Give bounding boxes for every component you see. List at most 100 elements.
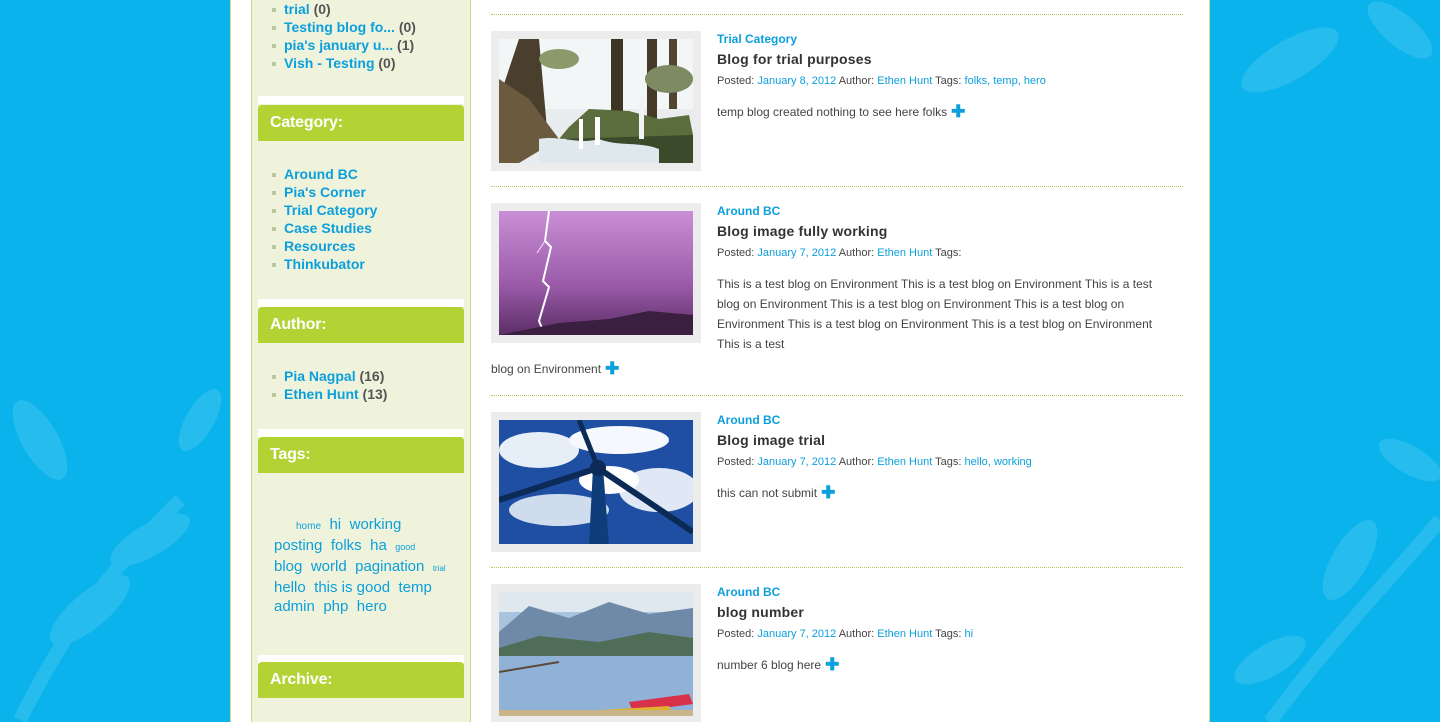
post-meta: Posted: January 7, 2012 Author: Ethen Hu… xyxy=(717,246,1167,260)
post-divider xyxy=(491,567,1183,568)
post-category-link[interactable]: Around BC xyxy=(717,584,1167,600)
post-date-link[interactable]: January 7, 2012 xyxy=(757,628,836,640)
post-tags-links[interactable]: folks, temp, hero xyxy=(965,75,1046,87)
sidebar-link[interactable]: Case Studies xyxy=(284,220,372,236)
post-info: Around BC Blog image trial Posted: Janua… xyxy=(717,412,1167,503)
sidebar-link[interactable]: Resources xyxy=(284,238,356,254)
post-title[interactable]: blog number xyxy=(717,603,1167,621)
sidebar-count: (0) xyxy=(398,19,416,35)
sidebar-link[interactable]: Trial Category xyxy=(284,202,377,218)
post-author-link[interactable]: Ethen Hunt xyxy=(877,628,932,640)
tag-link[interactable]: hello xyxy=(274,579,306,596)
post-date-link[interactable]: January 7, 2012 xyxy=(757,456,836,468)
tags-label: Tags: xyxy=(935,247,962,259)
post-tags-links[interactable]: hi xyxy=(965,628,974,640)
sidebar-list-item: Thinkubator xyxy=(272,255,464,273)
post-excerpt: temp blog created nothing to see here fo… xyxy=(717,102,1167,122)
sidebar-link[interactable]: Ethen Hunt xyxy=(284,386,359,402)
widget-gap xyxy=(258,429,464,437)
posted-label: Posted: xyxy=(717,75,755,87)
post-divider xyxy=(491,395,1183,396)
post-thumbnail[interactable] xyxy=(491,31,701,171)
plus-icon[interactable]: ✚ xyxy=(821,483,835,502)
post-divider xyxy=(491,14,1183,15)
post-excerpt-text: This is a test blog on Environment This … xyxy=(717,277,1153,351)
forest-waterfall-image xyxy=(499,39,693,163)
sidebar-link[interactable]: Pia's Corner xyxy=(284,184,366,200)
author-list: Pia Nagpal (16) Ethen Hunt (13) xyxy=(258,367,464,403)
tag-link[interactable]: folks xyxy=(331,537,362,554)
sidebar-list-item: Around BC xyxy=(272,165,464,183)
post-excerpt: this can not submit ✚ xyxy=(717,483,1167,503)
post-excerpt-text: temp blog created nothing to see here fo… xyxy=(717,105,948,119)
tag-link[interactable]: pagination xyxy=(355,558,424,575)
category-widget: Category: Around BC Pia's Corner Trial Cat… xyxy=(258,105,464,303)
posted-label: Posted: xyxy=(717,247,755,259)
author-label: Author: xyxy=(838,247,875,259)
tag-link[interactable]: this is good xyxy=(314,579,390,596)
sidebar-list-item: Vish - Testing (0) xyxy=(272,54,464,72)
tag-link[interactable]: good xyxy=(395,542,415,552)
post-date-link[interactable]: January 8, 2012 xyxy=(757,75,836,87)
post-info: Around BC blog number Posted: January 7,… xyxy=(717,584,1167,675)
tag-link[interactable]: hero xyxy=(357,598,387,615)
author-label: Author: xyxy=(838,628,875,640)
post-meta: Posted: January 7, 2012 Author: Ethen Hu… xyxy=(717,627,1167,641)
sidebar-link[interactable]: trial xyxy=(284,1,310,17)
tag-link[interactable]: home xyxy=(296,521,321,532)
sidebar-count: (1) xyxy=(397,37,415,53)
tag-link[interactable]: php xyxy=(323,598,348,615)
post-thumbnail[interactable] xyxy=(491,412,701,552)
sidebar-count: (0) xyxy=(313,1,331,17)
author-label: Author: xyxy=(838,75,875,87)
post-category-link[interactable]: Around BC xyxy=(717,412,1167,428)
sidebar-list-item: Case Studies xyxy=(272,219,464,237)
tag-cloud: home hi working posting folks ha good bl… xyxy=(258,515,464,616)
plus-icon[interactable]: ✚ xyxy=(951,102,965,121)
sidebar-link[interactable]: pia's january u... xyxy=(284,37,393,53)
sidebar: trial (0) Testing blog fo... (0) pia's jan… xyxy=(251,0,471,722)
tag-link[interactable]: ha xyxy=(370,537,387,554)
post-category-link[interactable]: Trial Category xyxy=(717,31,1167,47)
tag-link[interactable]: world xyxy=(311,558,347,575)
sidebar-link[interactable]: Testing blog fo... xyxy=(284,19,395,35)
author-widget: Author: Pia Nagpal (16) Ethen Hunt (13) xyxy=(258,307,464,429)
post-author-link[interactable]: Ethen Hunt xyxy=(877,456,932,468)
post-meta: Posted: January 8, 2012 Author: Ethen Hu… xyxy=(717,74,1167,88)
plus-icon[interactable]: ✚ xyxy=(605,359,619,378)
tag-link[interactable]: posting xyxy=(274,537,322,554)
tag-link[interactable]: trial xyxy=(433,564,446,573)
post-title[interactable]: Blog image trial xyxy=(717,431,1167,449)
sidebar-count: (0) xyxy=(378,55,396,71)
tag-link[interactable]: working xyxy=(350,516,402,533)
sidebar-list-item: Trial Category xyxy=(272,201,464,219)
sidebar-link[interactable]: Around BC xyxy=(284,166,358,182)
recent-posts-list: trial (0) Testing blog fo... (0) pia's jan… xyxy=(258,0,464,72)
post-thumbnail[interactable] xyxy=(491,203,701,343)
sidebar-link[interactable]: Pia Nagpal xyxy=(284,368,356,384)
post-thumbnail[interactable] xyxy=(491,584,701,722)
plus-icon[interactable]: ✚ xyxy=(825,655,839,674)
sidebar-link[interactable]: Thinkubator xyxy=(284,256,365,272)
posted-label: Posted: xyxy=(717,628,755,640)
post-author-link[interactable]: Ethen Hunt xyxy=(877,247,932,259)
post-title[interactable]: Blog for trial purposes xyxy=(717,50,1167,68)
post-info: Trial Category Blog for trial purposes P… xyxy=(717,31,1167,122)
post-author-link[interactable]: Ethen Hunt xyxy=(877,75,932,87)
tag-link[interactable]: hi xyxy=(329,516,341,533)
lake-kayak-image xyxy=(499,592,693,716)
recent-posts-widget: trial (0) Testing blog fo... (0) pia's jan… xyxy=(258,0,464,96)
tag-link[interactable]: temp xyxy=(399,579,432,596)
tags-widget: Tags: home hi working posting folks ha g… xyxy=(258,437,464,655)
category-heading: Category: xyxy=(258,105,464,141)
sidebar-count: (16) xyxy=(359,368,385,384)
tag-link[interactable]: admin xyxy=(274,598,315,615)
post-tags-links[interactable]: hello, working xyxy=(965,456,1032,468)
post-title[interactable]: Blog image fully working xyxy=(717,222,1167,240)
background-leaf-decoration-right xyxy=(1234,1,1440,722)
tag-link[interactable]: blog xyxy=(274,558,302,575)
page-container: trial (0) Testing blog fo... (0) pia's jan… xyxy=(230,0,1210,722)
post-date-link[interactable]: January 7, 2012 xyxy=(757,247,836,259)
post-category-link[interactable]: Around BC xyxy=(717,203,1167,219)
sidebar-link[interactable]: Vish - Testing xyxy=(284,55,375,71)
